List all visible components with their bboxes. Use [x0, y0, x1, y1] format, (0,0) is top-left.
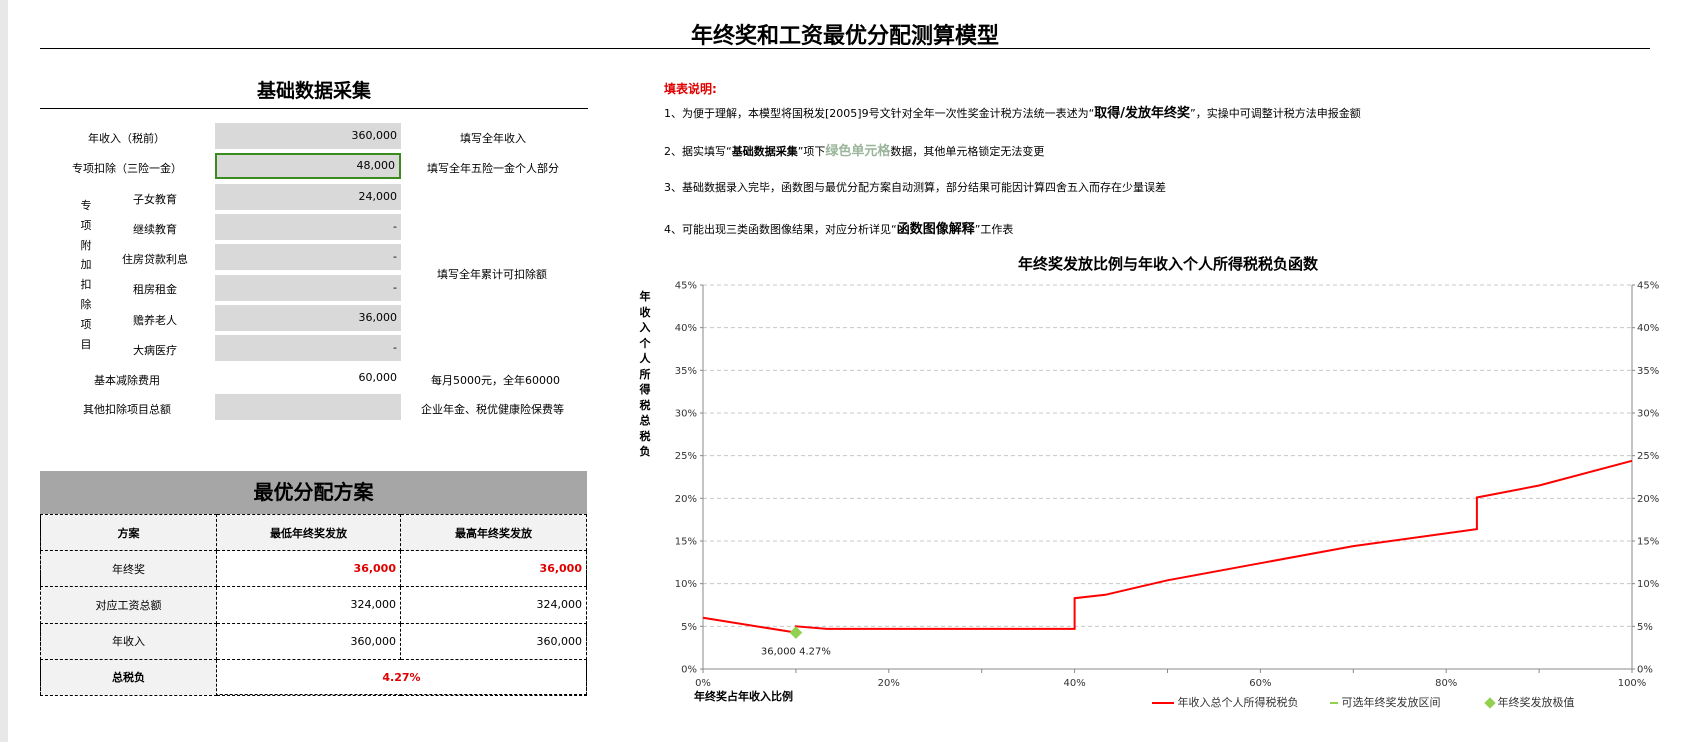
optimum-point	[789, 626, 803, 639]
y-tick-label-right: 20%	[1637, 494, 1659, 505]
y-tick-label: 35%	[675, 366, 697, 377]
y-tick-label: 45%	[675, 281, 697, 292]
x-tick-label: 0%	[695, 678, 711, 689]
y-tick-label: 10%	[675, 579, 697, 590]
y-tick-label-right: 30%	[1637, 409, 1659, 420]
legend-item-range: 可选年终奖发放区间	[1330, 694, 1441, 710]
y-tick-label: 40%	[675, 323, 697, 334]
y-tick-label-right: 5%	[1637, 622, 1653, 633]
y-tick-label-right: 45%	[1637, 281, 1659, 292]
legend-label: 年终奖发放极值	[1497, 696, 1575, 709]
y-tick-label: 5%	[681, 622, 697, 633]
y-tick-label-right: 25%	[1637, 451, 1659, 462]
y-tick-label-right: 40%	[1637, 323, 1659, 334]
legend-label: 可选年终奖发放区间	[1341, 696, 1441, 709]
legend-item-tax: 年收入总个人所得税税负	[1152, 694, 1299, 710]
y-tick-label-right: 15%	[1637, 537, 1659, 548]
y-tick-label: 0%	[681, 665, 697, 676]
x-tick-label: 60%	[1249, 678, 1271, 689]
x-tick-label: 100%	[1618, 678, 1647, 689]
y-tick-label-right: 0%	[1637, 665, 1653, 676]
legend-diamond-swatch	[1484, 697, 1496, 709]
y-tick-label: 20%	[675, 494, 697, 505]
legend-dash-swatch	[1330, 702, 1338, 704]
legend-item-optimum: 年终奖发放极值	[1484, 694, 1575, 710]
y-tick-label: 25%	[675, 451, 697, 462]
y-tick-label-right: 10%	[1637, 579, 1659, 590]
x-tick-label: 80%	[1435, 678, 1457, 689]
series-line-tax-burden	[702, 459, 1633, 634]
y-tick-label: 15%	[675, 537, 697, 548]
x-tick-label: 20%	[878, 678, 900, 689]
legend-label: 年收入总个人所得税税负	[1177, 696, 1299, 709]
x-tick-label: 40%	[1063, 678, 1085, 689]
y-tick-label: 30%	[675, 409, 697, 420]
legend-line-swatch	[1152, 702, 1174, 704]
optimum-data-label: 36,000 4.27%	[761, 647, 831, 658]
y-tick-label-right: 35%	[1637, 366, 1659, 377]
tax-burden-chart: 0% 0% 5% 5% 10% 10% 15% 15% 20% 20% 25% 25% 30% 30% 35…	[675, 281, 1659, 690]
